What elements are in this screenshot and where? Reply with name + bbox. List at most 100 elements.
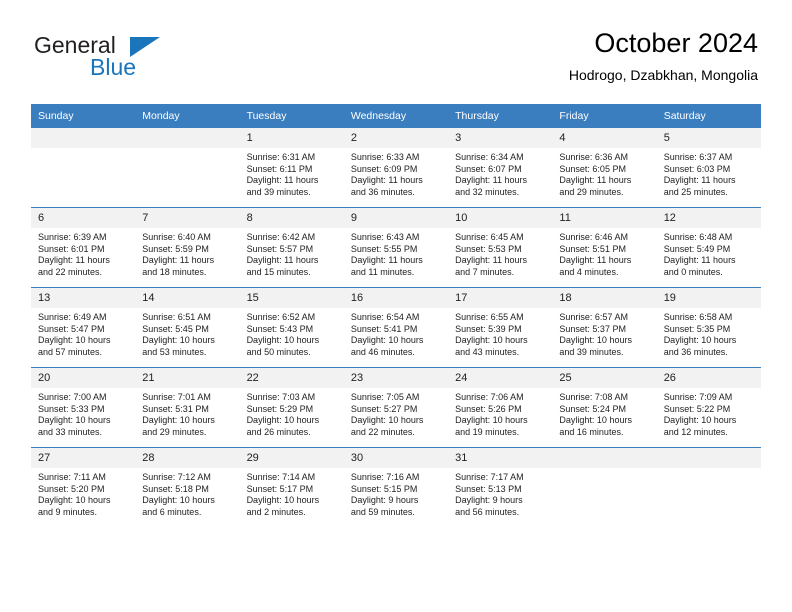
daylight-text-line2: and 59 minutes. xyxy=(350,506,415,517)
daylight-text-line1: Daylight: 11 hours xyxy=(455,175,527,186)
day-number: 6 xyxy=(31,208,136,228)
calendar-day-cell[interactable]: 28 Sunrise: 7:12 AM Sunset: 5:18 PM Dayligh… xyxy=(135,447,240,527)
sunrise-text: Sunrise: 6:58 AM xyxy=(663,312,733,322)
sunrise-text: Sunrise: 7:12 AM xyxy=(142,472,211,482)
calendar-day-cell[interactable]: 22 Sunrise: 7:03 AM Sunset: 5:29 PM Dayligh… xyxy=(239,367,344,448)
calendar-day-cell[interactable]: 30 Sunrise: 7:16 AM Sunset: 5:15 PM Dayligh… xyxy=(343,447,449,527)
day-number: 11 xyxy=(552,208,657,228)
calendar-day-cell[interactable]: 10 Sunrise: 6:45 AM Sunset: 5:53 PM Dayligh… xyxy=(448,207,553,288)
day-number: 15 xyxy=(239,288,344,308)
weekday-header-tuesday: Tuesday xyxy=(239,104,344,128)
calendar-day-cell[interactable]: 7 Sunrise: 6:40 AM Sunset: 5:59 PM Daylight… xyxy=(135,207,240,288)
daylight-text-line2: and 25 minutes. xyxy=(663,186,728,197)
sunset-text: Sunset: 5:51 PM xyxy=(559,243,626,254)
calendar-day-cell[interactable]: 13 Sunrise: 6:49 AM Sunset: 5:47 PM Dayligh… xyxy=(31,287,136,368)
day-details: Sunrise: 6:39 AM Sunset: 6:01 PM Daylight:… xyxy=(31,228,135,278)
day-details xyxy=(552,468,656,472)
calendar-day-cell[interactable]: 31 Sunrise: 7:17 AM Sunset: 5:13 PM Dayligh… xyxy=(448,447,553,527)
daylight-text-line1: Daylight: 11 hours xyxy=(663,175,736,186)
daylight-text-line1: Daylight: 11 hours xyxy=(350,175,423,186)
day-details xyxy=(657,468,761,472)
calendar-day-cell[interactable]: 29 Sunrise: 7:14 AM Sunset: 5:17 PM Dayligh… xyxy=(239,447,344,527)
daylight-text-line2: and 16 minutes. xyxy=(559,426,624,437)
sunset-text: Sunset: 5:24 PM xyxy=(559,403,626,414)
calendar-day-cell[interactable]: 4 Sunrise: 6:36 AM Sunset: 6:05 PM Daylight… xyxy=(552,128,657,208)
calendar-day-cell[interactable]: 19 Sunrise: 6:58 AM Sunset: 5:35 PM Dayligh… xyxy=(656,287,761,368)
calendar-day-cell[interactable]: 24 Sunrise: 7:06 AM Sunset: 5:26 PM Dayligh… xyxy=(448,367,553,448)
calendar-week-row: 13 Sunrise: 6:49 AM Sunset: 5:47 PM Dayligh… xyxy=(31,287,761,368)
calendar-day-cell[interactable]: 11 Sunrise: 6:46 AM Sunset: 5:51 PM Dayligh… xyxy=(552,207,657,288)
calendar-day-cell[interactable]: 1 Sunrise: 6:31 AM Sunset: 6:11 PM Daylight… xyxy=(239,128,344,208)
day-number: 22 xyxy=(239,368,344,388)
calendar-day-cell[interactable]: 18 Sunrise: 6:57 AM Sunset: 5:37 PM Dayligh… xyxy=(552,287,657,368)
calendar-day-cell[interactable]: 17 Sunrise: 6:55 AM Sunset: 5:39 PM Dayligh… xyxy=(448,287,553,368)
day-number: 19 xyxy=(656,288,761,308)
daylight-text-line1: Daylight: 9 hours xyxy=(455,495,523,506)
calendar-day-cell[interactable]: 20 Sunrise: 7:00 AM Sunset: 5:33 PM Dayligh… xyxy=(31,367,136,448)
daylight-text-line1: Daylight: 10 hours xyxy=(142,335,215,346)
sunrise-text: Sunrise: 6:40 AM xyxy=(142,232,211,242)
day-details xyxy=(31,148,135,152)
day-number: 23 xyxy=(343,368,449,388)
sunset-text: Sunset: 6:05 PM xyxy=(559,163,626,174)
daylight-text-line1: Daylight: 11 hours xyxy=(142,255,215,266)
day-details: Sunrise: 6:37 AM Sunset: 6:03 PM Daylight:… xyxy=(657,148,761,198)
daylight-text-line1: Daylight: 9 hours xyxy=(350,495,419,506)
calendar-day-cell[interactable]: 8 Sunrise: 6:42 AM Sunset: 5:57 PM Daylight… xyxy=(239,207,344,288)
sunset-text: Sunset: 5:47 PM xyxy=(38,323,105,334)
daylight-text-line1: Daylight: 11 hours xyxy=(559,175,632,186)
calendar-day-cell[interactable]: 23 Sunrise: 7:05 AM Sunset: 5:27 PM Dayligh… xyxy=(343,367,449,448)
sunrise-text: Sunrise: 6:33 AM xyxy=(350,152,420,162)
weekday-header-wednesday: Wednesday xyxy=(343,104,449,128)
day-number: 20 xyxy=(31,368,136,388)
day-details: Sunrise: 6:49 AM Sunset: 5:47 PM Daylight:… xyxy=(31,308,135,358)
weekday-header-thursday: Thursday xyxy=(448,104,553,128)
calendar-day-cell[interactable]: 14 Sunrise: 6:51 AM Sunset: 5:45 PM Dayligh… xyxy=(135,287,240,368)
calendar-day-cell[interactable]: 27 Sunrise: 7:11 AM Sunset: 5:20 PM Dayligh… xyxy=(31,447,136,527)
page-header: General Blue October 2024 Hodrogo, Dzabk… xyxy=(34,26,758,100)
sunset-text: Sunset: 5:37 PM xyxy=(559,323,626,334)
calendar-day-cell[interactable]: 25 Sunrise: 7:08 AM Sunset: 5:24 PM Dayligh… xyxy=(552,367,657,448)
calendar-day-cell[interactable]: 2 Sunrise: 6:33 AM Sunset: 6:09 PM Daylight… xyxy=(343,128,449,208)
sunset-text: Sunset: 5:43 PM xyxy=(246,323,314,334)
sunrise-text: Sunrise: 7:05 AM xyxy=(350,392,420,402)
sunrise-text: Sunrise: 7:17 AM xyxy=(455,472,524,482)
calendar-day-cell[interactable]: 6 Sunrise: 6:39 AM Sunset: 6:01 PM Daylight… xyxy=(31,207,136,288)
daylight-text-line2: and 4 minutes. xyxy=(559,266,619,277)
daylight-text-line2: and 43 minutes. xyxy=(455,346,520,357)
daylight-text-line1: Daylight: 10 hours xyxy=(350,335,424,346)
day-details: Sunrise: 6:46 AM Sunset: 5:51 PM Daylight:… xyxy=(552,228,656,278)
sunset-text: Sunset: 5:41 PM xyxy=(350,323,418,334)
day-number: 4 xyxy=(552,128,657,148)
daylight-text-line2: and 50 minutes. xyxy=(246,346,311,357)
daylight-text-line2: and 29 minutes. xyxy=(142,426,207,437)
day-details: Sunrise: 6:57 AM Sunset: 5:37 PM Daylight:… xyxy=(552,308,656,358)
day-number: 16 xyxy=(343,288,449,308)
sunrise-text: Sunrise: 6:34 AM xyxy=(455,152,524,162)
calendar-week-row: 27 Sunrise: 7:11 AM Sunset: 5:20 PM Dayligh… xyxy=(31,447,761,527)
sunrise-text: Sunrise: 6:54 AM xyxy=(350,312,420,322)
calendar-day-cell[interactable]: 5 Sunrise: 6:37 AM Sunset: 6:03 PM Daylight… xyxy=(656,128,761,208)
calendar-day-cell[interactable]: 21 Sunrise: 7:01 AM Sunset: 5:31 PM Dayligh… xyxy=(135,367,240,448)
day-number: 21 xyxy=(135,368,240,388)
day-details: Sunrise: 7:09 AM Sunset: 5:22 PM Daylight:… xyxy=(657,388,761,438)
sunrise-text: Sunrise: 6:52 AM xyxy=(246,312,316,322)
day-details: Sunrise: 6:42 AM Sunset: 5:57 PM Daylight:… xyxy=(240,228,344,278)
calendar-day-cell-empty xyxy=(552,447,657,527)
calendar-header-row: Sunday Monday Tuesday Wednesday Thursday… xyxy=(31,104,761,128)
calendar-day-cell[interactable]: 12 Sunrise: 6:48 AM Sunset: 5:49 PM Dayligh… xyxy=(656,207,761,288)
day-number: 3 xyxy=(448,128,553,148)
day-number: 1 xyxy=(239,128,344,148)
daylight-text-line2: and 15 minutes. xyxy=(246,266,311,277)
calendar-day-cell[interactable]: 16 Sunrise: 6:54 AM Sunset: 5:41 PM Dayligh… xyxy=(343,287,449,368)
daylight-text-line1: Daylight: 10 hours xyxy=(455,415,528,426)
day-details: Sunrise: 6:55 AM Sunset: 5:39 PM Daylight:… xyxy=(448,308,552,358)
calendar-day-cell[interactable]: 15 Sunrise: 6:52 AM Sunset: 5:43 PM Dayligh… xyxy=(239,287,344,368)
sunrise-text: Sunrise: 7:09 AM xyxy=(663,392,733,402)
sunset-text: Sunset: 6:01 PM xyxy=(38,243,105,254)
sunrise-text: Sunrise: 7:03 AM xyxy=(246,392,316,402)
calendar-day-cell[interactable]: 26 Sunrise: 7:09 AM Sunset: 5:22 PM Dayligh… xyxy=(656,367,761,448)
calendar-day-cell[interactable]: 9 Sunrise: 6:43 AM Sunset: 5:55 PM Daylight… xyxy=(343,207,449,288)
calendar-day-cell[interactable]: 3 Sunrise: 6:34 AM Sunset: 6:07 PM Daylight… xyxy=(448,128,553,208)
day-details: Sunrise: 6:52 AM Sunset: 5:43 PM Daylight:… xyxy=(240,308,344,358)
